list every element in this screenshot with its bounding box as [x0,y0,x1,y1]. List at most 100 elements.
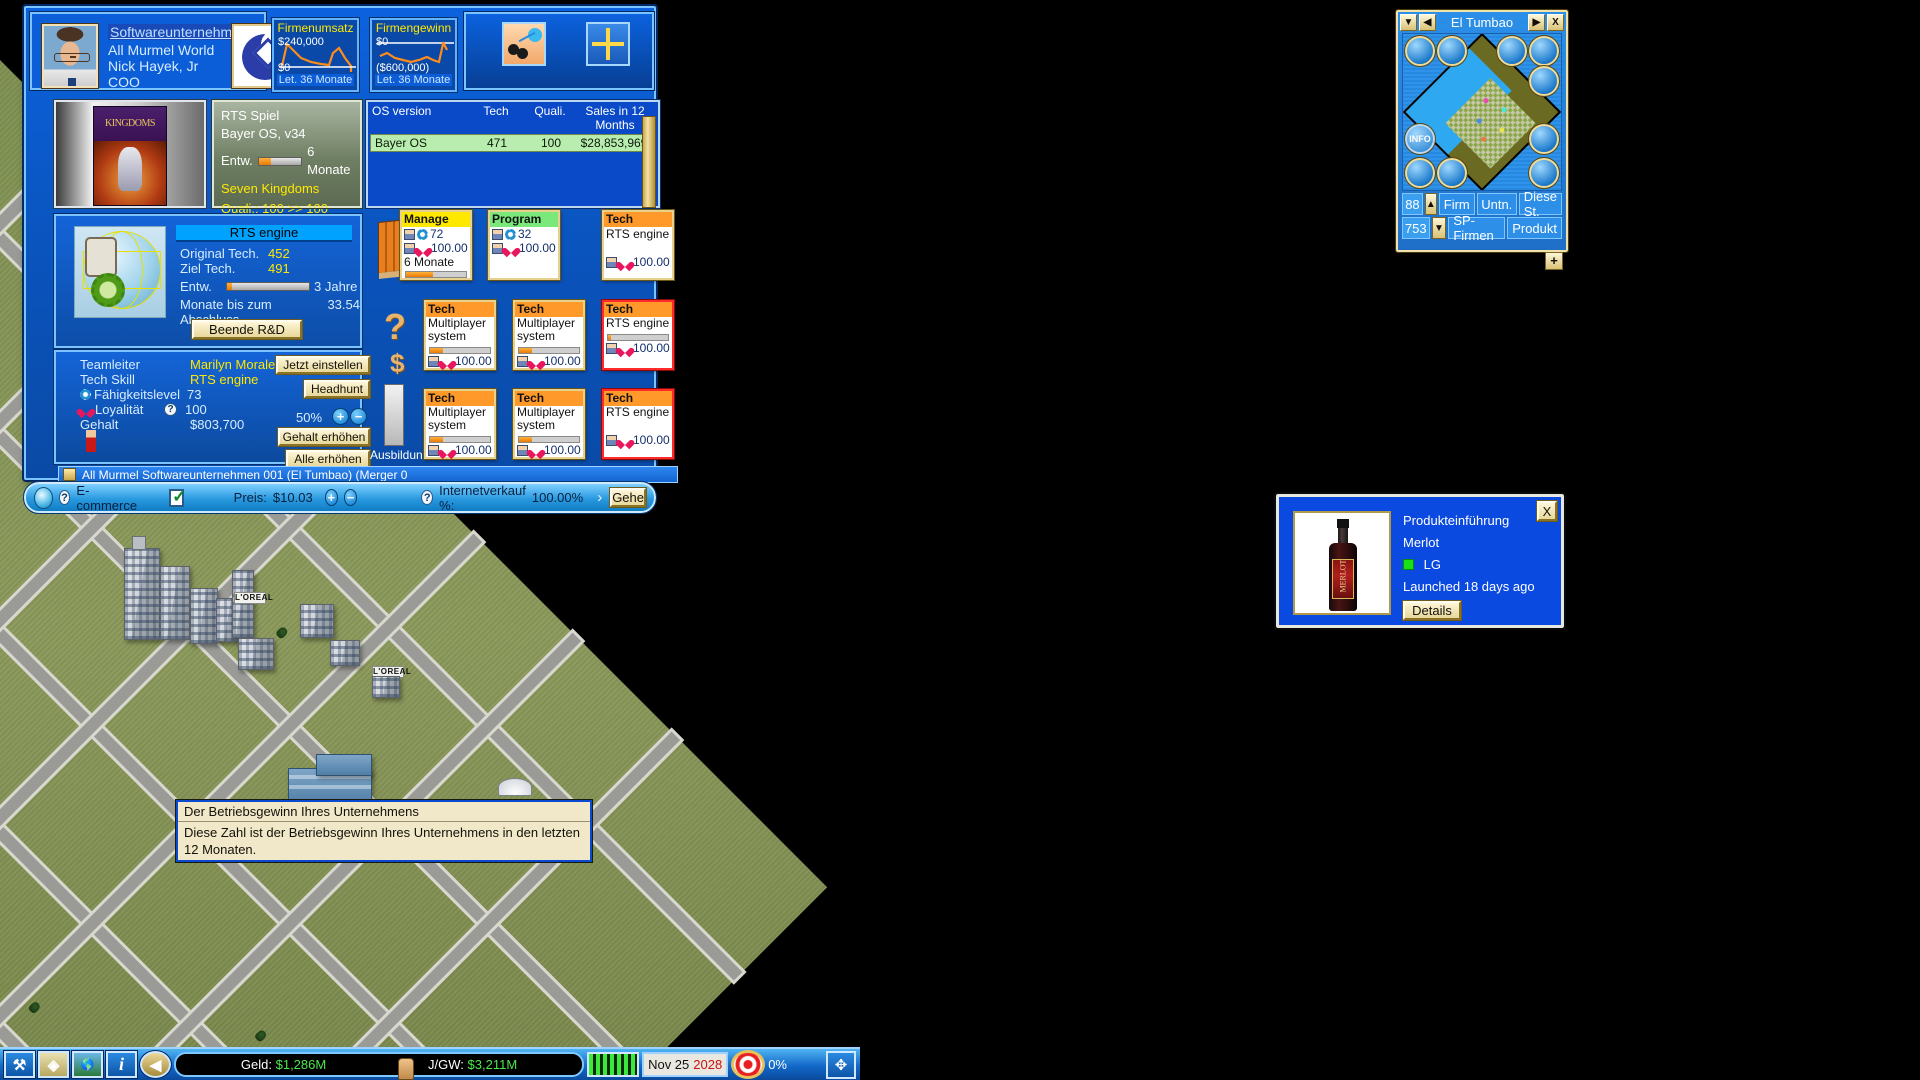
move-arrows-icon[interactable] [586,22,630,66]
table-scrollbar[interactable] [642,116,656,208]
profit-max-label: $0 [376,36,389,48]
price-increase-icon[interactable]: + [324,489,338,506]
target-icon[interactable] [731,1050,766,1079]
profit-chart-plot: $0 ($600,000) [375,36,454,74]
executive-portrait-icon [41,23,99,89]
world-map-icon[interactable]: 🌎 [71,1050,104,1079]
speed-bars-icon[interactable] [587,1052,640,1077]
raise-salary-button[interactable]: Gehalt erhöhen [277,427,371,447]
factory-icon[interactable] [1528,157,1560,189]
money-bag-icon[interactable] [1436,35,1468,67]
research-icon[interactable] [1436,157,1468,189]
price-decrease-icon[interactable]: − [344,489,358,506]
list-item[interactable]: Program 32 100.00 [487,209,561,281]
stadium-dome [498,778,532,796]
list-item[interactable]: Tech Multiplayer system 100.00 [423,388,497,460]
help-question-icon[interactable]: ? [421,490,434,505]
scroll-up-icon[interactable]: ▲ [1424,193,1437,215]
tools-hammer-wrench-icon[interactable]: ⚒ [3,1050,36,1079]
minimap-expand-button[interactable]: + [1545,252,1563,270]
end-rd-button[interactable]: Beende R&D [191,319,303,340]
minimap-titlebar[interactable]: ▼ ◀ El Tumbao ▶ X [1400,14,1564,31]
card-subtitle: Multiplayer system [428,405,487,432]
list-item[interactable]: Tech Multiplayer system 100.00 [512,388,586,460]
filter-diese-button[interactable]: Diese St. [1518,189,1562,219]
table-row[interactable]: Bayer OS 471 100 $28,853,969 [370,134,656,152]
filter-produkt-button[interactable]: Produkt [1507,217,1563,239]
filter-untn-button[interactable]: Untn. [1476,193,1517,215]
close-icon[interactable]: X [1536,500,1558,522]
ecommerce-bar[interactable]: ? E-commerce Preis: $10.03 + − ? Interne… [23,481,657,514]
minimap-footer[interactable]: 88 ▲ Firm Untn. Diese St. 753 ▼ SP-Firme… [1402,189,1563,247]
company-status-strip[interactable]: All Murmel Softwareunternehmen 001 (El T… [58,466,678,483]
info-icon[interactable]: i [105,1050,138,1079]
help-question-icon[interactable]: ? [164,403,177,416]
skill-icon [417,228,428,240]
rd-dev-label: Entw. [180,279,212,294]
revenue-chart-card[interactable]: Firmenumsatz $240,000 $0 Let. 36 Monate [271,17,360,93]
back-arrow-icon[interactable]: ◀ [139,1050,172,1079]
increase-icon[interactable]: + [332,408,349,425]
people-icon[interactable] [1528,123,1560,155]
ecommerce-globe-icon[interactable] [34,486,53,509]
minimap-window[interactable]: ▼ ◀ El Tumbao ▶ X INFO 88 ▲ Firm Untn. D… [1395,9,1569,253]
list-item[interactable]: Tech RTS engine 100.00 [601,388,675,460]
card-loyalty-row: 100.00 [426,443,494,457]
teamleader-panel[interactable]: Teamleiter Marilyn Morales Tech Skill RTS … [53,349,371,469]
tl-label: Fähigkeitslevel [94,387,180,402]
tl-label: Gehalt [80,417,119,432]
os-sales-table[interactable]: OS version Tech Quali. Sales in 12 Month… [365,99,661,209]
bar-chart-icon[interactable] [1496,35,1528,67]
skill-icon [80,389,91,400]
list-item[interactable]: Manage 72 100.00 6 Monate [399,209,473,281]
game-box-panel[interactable]: KINGDOMS [53,99,207,209]
prev-icon[interactable]: ◀ [1419,14,1436,31]
city-buildings-icon[interactable] [1404,35,1436,67]
marketing-people-icon[interactable] [502,22,546,66]
go-button[interactable]: Gehe [609,487,647,508]
card-loyalty-row: 100.00 [426,354,494,368]
hire-now-button[interactable]: Jetzt einstellen [275,355,371,375]
list-item[interactable]: Tech Multiplayer system 100.00 [423,299,497,371]
product-launch-popup[interactable]: MERLOT X Produkteinführung Merlot LG Lau… [1274,492,1566,630]
scroll-down-icon[interactable]: ▼ [1431,217,1447,239]
project-info-panel[interactable]: RTS Spiel Bayer OS, v34 Entw. 6 Monate S… [211,99,363,216]
decrease-icon[interactable]: − [350,408,367,425]
company-world-name: All Murmel World [108,42,215,58]
diamond-map-icon[interactable]: ◈ [37,1050,70,1079]
minimap-canvas[interactable]: INFO [1402,33,1562,191]
col-os-version: OS version [372,104,432,118]
loyalty-heart-icon [530,356,542,367]
next-icon[interactable]: ▶ [1528,14,1545,31]
training-bar-icon[interactable] [384,384,404,446]
chain-link-icon[interactable] [1528,65,1560,97]
compass-icon[interactable]: ✥ [826,1050,856,1079]
profit-chart-card[interactable]: Firmengewinn $0 ($600,000) Let. 36 Monat… [369,17,458,93]
chevron-right-icon[interactable]: › [597,489,602,506]
project-dev-progress [257,156,303,166]
dollar-sign-icon[interactable]: $ [390,348,404,379]
pickaxe-mining-icon[interactable] [1528,35,1560,67]
headhunt-button[interactable]: Headhunt [303,379,371,399]
apartment-icon[interactable] [1404,157,1436,189]
internet-sales-label: Internetverkauf %: [439,482,526,513]
question-mark-icon[interactable]: ? [384,306,406,348]
tl-label: Loyalität [95,402,144,417]
info-icon[interactable]: INFO [1404,123,1436,155]
list-item[interactable]: Tech RTS engine 100.00 [601,209,675,281]
filter-firm-button[interactable]: Firm [1438,193,1475,215]
edit-icon[interactable] [63,468,76,481]
details-button[interactable]: Details [1402,600,1462,621]
filter-sp-firmen-button[interactable]: SP-Firmen [1448,213,1506,243]
help-question-icon[interactable]: ? [58,490,71,505]
rd-panel[interactable]: RTS engine Original Tech. 452 Ziel Tech. 4… [53,213,363,349]
ecommerce-checkbox[interactable] [169,487,186,507]
taskbar[interactable]: ⚒ ◈ 🌎 i ◀ Geld: $1,286M J/GW: $3,211M No… [0,1047,860,1080]
list-item[interactable]: Tech RTS engine 100.00 [601,299,675,371]
card-skill-row: 72 [402,227,470,241]
close-icon[interactable]: X [1547,14,1564,31]
company-management-window[interactable]: Softwareunternehmen All Murmel World Nic… [24,6,678,483]
company-type-link[interactable]: Softwareunternehmen [108,24,250,40]
list-item[interactable]: Tech Multiplayer system 100.00 [512,299,586,371]
collapse-icon[interactable]: ▼ [1400,14,1417,31]
